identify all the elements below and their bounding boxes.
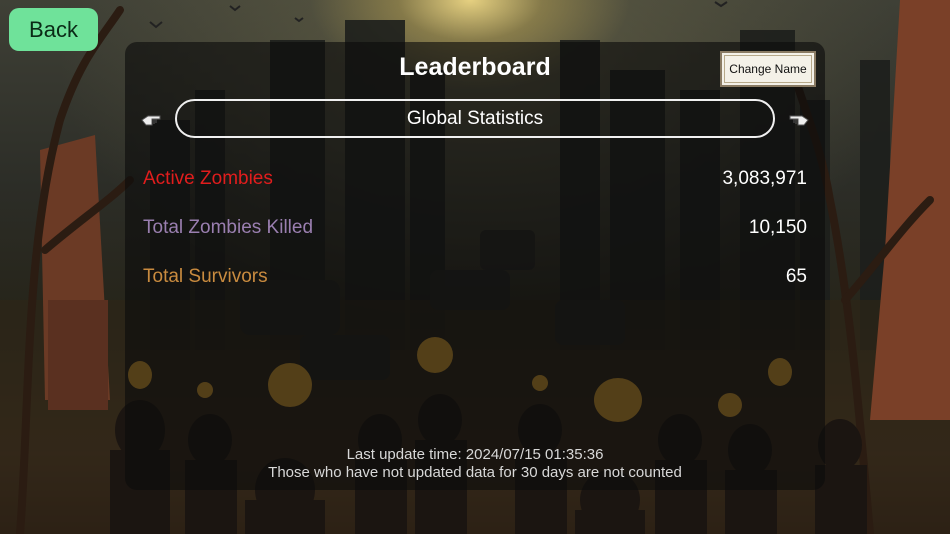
stat-label: Active Zombies <box>143 168 273 189</box>
pointing-hand-left-icon[interactable] <box>140 111 162 129</box>
stat-value: 65 <box>785 266 807 287</box>
update-note: Those who have not updated data for 30 d… <box>268 464 682 481</box>
stat-row-total-survivors: Total Survivors 65 <box>143 262 807 292</box>
statistics-tab-selector[interactable]: Global Statistics <box>175 99 775 138</box>
stat-row-active-zombies: Active Zombies 3,083,971 <box>143 164 807 194</box>
stat-value: 3,083,971 <box>722 168 807 189</box>
stat-label: Total Survivors <box>143 266 268 287</box>
stat-row-zombies-killed: Total Zombies Killed 10,150 <box>143 213 807 243</box>
back-button[interactable]: Back <box>9 8 98 51</box>
stat-value: 10,150 <box>748 217 807 238</box>
pointing-hand-right-icon[interactable] <box>788 111 810 129</box>
change-name-button[interactable]: Change Name <box>720 51 816 87</box>
last-update-time: Last update time: 2024/07/15 01:35:36 <box>346 446 604 463</box>
stat-label: Total Zombies Killed <box>143 217 314 238</box>
